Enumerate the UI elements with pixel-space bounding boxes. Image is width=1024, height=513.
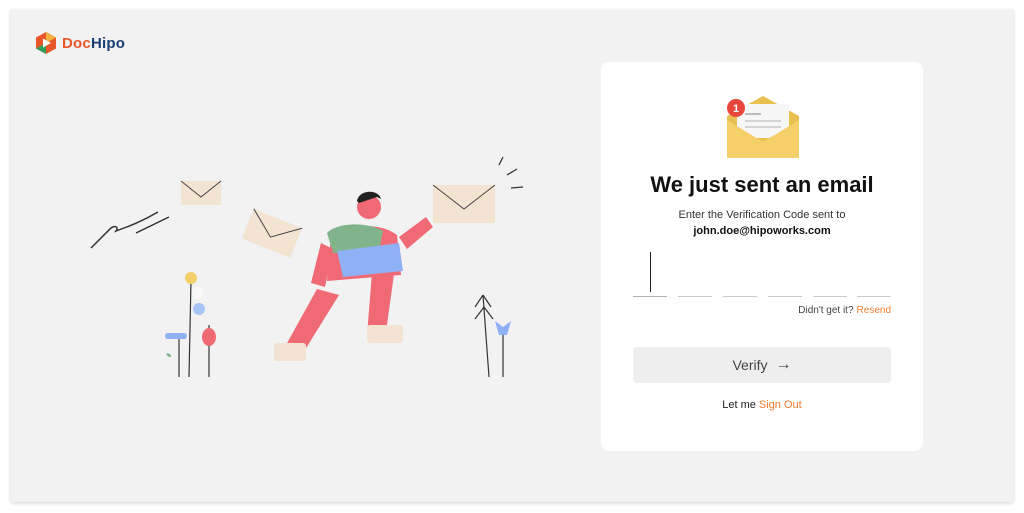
resend-row: Didn't get it? Resend — [798, 305, 891, 316]
sign-out-link[interactable]: Sign Out — [759, 399, 802, 411]
verification-code-inputs — [633, 248, 891, 298]
resend-prompt: Didn't get it? — [798, 305, 854, 316]
page-title: We just sent an email — [650, 172, 874, 197]
flying-envelope-2 — [241, 208, 303, 258]
verification-card: 1 We just sent an email Enter the Verifi… — [601, 62, 923, 451]
resend-link[interactable]: Resend — [857, 305, 891, 316]
recipient-email: john.doe@hipoworks.com — [693, 225, 831, 237]
plants-left — [165, 272, 216, 378]
page-background: DocHipo 1 We just sent an email Enter th… — [11, 10, 1013, 502]
dochipo-logo-icon — [36, 32, 56, 54]
brand-name: DocHipo — [62, 35, 125, 52]
code-digit-6[interactable] — [857, 248, 891, 297]
verification-instructions: Enter the Verification Code sent to — [678, 209, 846, 221]
notification-badge-count: 1 — [733, 103, 739, 115]
signout-row: Let me Sign Out — [601, 399, 923, 411]
hero-illustration — [90, 156, 524, 378]
brand-logo-link[interactable]: DocHipo — [34, 31, 125, 55]
text-cursor — [650, 252, 651, 292]
flying-envelope-3 — [432, 184, 496, 223]
person-figure — [274, 191, 433, 361]
flying-envelope-1 — [180, 180, 222, 205]
signout-prompt: Let me — [722, 399, 756, 411]
plants-right — [474, 294, 511, 378]
code-digit-5[interactable] — [813, 248, 847, 297]
code-digit-2[interactable] — [678, 248, 712, 297]
brand-name-doc: Doc — [62, 34, 91, 52]
envelope-notification-icon: 1 — [727, 96, 799, 158]
verify-button-label: Verify — [732, 357, 768, 373]
code-digit-4[interactable] — [768, 248, 802, 297]
brand-name-hipo: Hipo — [90, 34, 126, 52]
verify-button[interactable]: Verify → — [633, 347, 891, 383]
code-digit-3[interactable] — [723, 248, 757, 297]
arrow-right-icon: → — [775, 356, 792, 373]
